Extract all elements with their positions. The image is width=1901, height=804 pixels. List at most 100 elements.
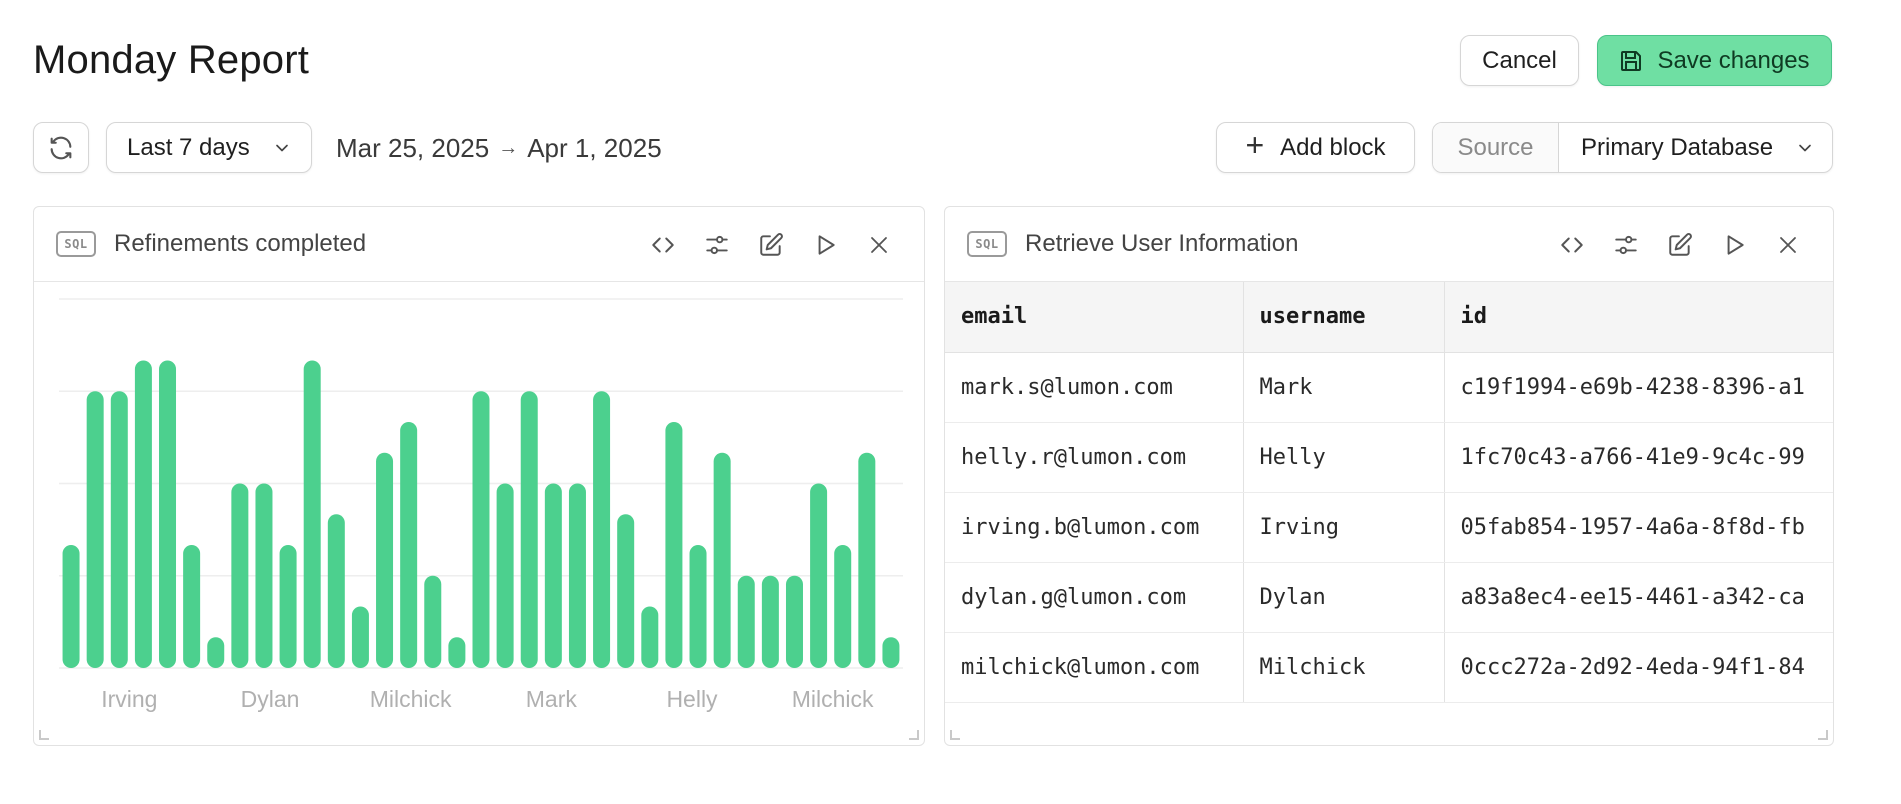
chart-x-labels: Irving Dylan Milchick Mark Helly Milchick bbox=[101, 686, 874, 712]
chart-bar[interactable] bbox=[231, 483, 249, 669]
chart-bar[interactable] bbox=[617, 514, 635, 668]
settings-button[interactable] bbox=[690, 225, 744, 265]
chart-bar[interactable] bbox=[376, 452, 394, 668]
chart-bar[interactable] bbox=[207, 637, 225, 668]
add-block-button[interactable]: + Add block bbox=[1216, 122, 1415, 173]
column-header-username[interactable]: username bbox=[1243, 282, 1445, 353]
chart-block: SQL Refinements completed Irving Dylan Mil… bbox=[33, 206, 925, 746]
chart-bar[interactable] bbox=[641, 606, 659, 669]
chart-bar[interactable] bbox=[351, 606, 369, 669]
chart-bar[interactable] bbox=[496, 483, 514, 669]
chart-bar[interactable] bbox=[689, 545, 707, 668]
close-icon bbox=[871, 236, 887, 253]
cell-username: Dylan bbox=[1243, 562, 1445, 633]
cell-username: Milchick bbox=[1243, 632, 1445, 703]
column-header-email[interactable]: email bbox=[945, 282, 1244, 353]
cell-id: 0ccc272a-2d92-4eda-94f1-84 bbox=[1444, 632, 1833, 703]
chart-bar[interactable] bbox=[86, 391, 104, 668]
table-row: mark.s@lumon.com Mark c19f1994-e69b-4238… bbox=[945, 352, 1833, 423]
close-button[interactable] bbox=[852, 225, 906, 265]
column-header-id[interactable]: id bbox=[1444, 282, 1833, 353]
chart-x-tick-label: Milchick bbox=[792, 686, 874, 712]
table-block-header: SQL Retrieve User Information bbox=[945, 207, 1833, 282]
chart-bar[interactable] bbox=[303, 360, 321, 669]
resize-corner-right[interactable] bbox=[1818, 730, 1828, 740]
date-range-select[interactable]: Last 7 days bbox=[106, 122, 312, 173]
view-code-button[interactable] bbox=[1545, 225, 1599, 265]
plus-icon: + bbox=[1245, 127, 1265, 163]
table-block-title: Retrieve User Information bbox=[1025, 230, 1299, 257]
source-select[interactable]: Primary Database bbox=[1559, 123, 1832, 172]
resize-corner-right[interactable] bbox=[909, 730, 919, 740]
chart-bar[interactable] bbox=[472, 391, 490, 668]
cell-email: dylan.g@lumon.com bbox=[945, 562, 1244, 633]
arrow-right-icon: → bbox=[498, 137, 519, 159]
settings-button[interactable] bbox=[1599, 225, 1653, 265]
run-button[interactable] bbox=[798, 225, 852, 265]
view-code-button[interactable] bbox=[636, 225, 690, 265]
chart-bar[interactable] bbox=[810, 483, 828, 669]
close-button[interactable] bbox=[1761, 225, 1815, 265]
chart-x-tick-label: Irving bbox=[101, 686, 157, 712]
table-block: SQL Retrieve User Information email user… bbox=[944, 206, 1834, 746]
date-range-display: Mar 25, 2025 → Apr 1, 2025 bbox=[336, 133, 662, 164]
cell-username: Helly bbox=[1243, 422, 1445, 493]
refresh-button[interactable] bbox=[33, 122, 89, 173]
resize-corner-left[interactable] bbox=[39, 730, 49, 740]
chevron-down-icon bbox=[1799, 144, 1811, 151]
chart-bar[interactable] bbox=[520, 391, 538, 668]
chart-bar[interactable] bbox=[568, 483, 586, 669]
cell-id: 1fc70c43-a766-41e9-9c4c-99 bbox=[1444, 422, 1833, 493]
chart-bar[interactable] bbox=[737, 575, 755, 668]
chart-bar[interactable] bbox=[110, 391, 128, 668]
chart-bar[interactable] bbox=[593, 391, 611, 668]
chart-bar[interactable] bbox=[62, 545, 80, 668]
close-icon bbox=[1780, 236, 1796, 253]
chart-bar[interactable] bbox=[134, 360, 152, 669]
edit-icon bbox=[760, 232, 783, 256]
cell-id: c19f1994-e69b-4238-8396-a1 bbox=[1444, 352, 1833, 423]
chart-bar[interactable] bbox=[544, 483, 562, 669]
chart-bar[interactable] bbox=[858, 452, 876, 668]
chart-bar[interactable] bbox=[400, 422, 418, 668]
user-table: email username id mark.s@lumon.com Mark … bbox=[945, 282, 1833, 703]
source-selector[interactable]: Source Primary Database bbox=[1432, 122, 1833, 173]
add-block-label: Add block bbox=[1280, 133, 1386, 161]
edit-button[interactable] bbox=[744, 225, 798, 265]
chart-bar[interactable] bbox=[882, 637, 900, 668]
chart-bar[interactable] bbox=[255, 483, 273, 669]
bar-chart: Irving Dylan Milchick Mark Helly Milchick bbox=[59, 298, 903, 712]
chart-x-tick-label: Milchick bbox=[370, 686, 452, 712]
code-icon bbox=[652, 237, 674, 252]
save-changes-button[interactable]: Save changes bbox=[1597, 35, 1832, 86]
chart-bar[interactable] bbox=[761, 575, 779, 668]
date-end: Apr 1, 2025 bbox=[527, 133, 662, 163]
cell-email: irving.b@lumon.com bbox=[945, 492, 1244, 563]
chart-bar[interactable] bbox=[424, 575, 442, 668]
code-icon bbox=[1561, 237, 1583, 252]
chart-bar[interactable] bbox=[159, 360, 177, 669]
chart-bar[interactable] bbox=[665, 422, 683, 668]
cell-username: Irving bbox=[1243, 492, 1445, 563]
chart-bar[interactable] bbox=[713, 452, 731, 668]
date-start: Mar 25, 2025 bbox=[336, 133, 490, 163]
cancel-button[interactable]: Cancel bbox=[1460, 35, 1579, 86]
chart-bar[interactable] bbox=[279, 545, 297, 668]
resize-corner-left[interactable] bbox=[950, 730, 960, 740]
chart-bar[interactable] bbox=[834, 545, 852, 668]
chart-x-tick-label: Mark bbox=[526, 686, 578, 712]
run-button[interactable] bbox=[1707, 225, 1761, 265]
chart-bar[interactable] bbox=[448, 637, 466, 668]
chart-bar[interactable] bbox=[327, 514, 345, 668]
table-row: dylan.g@lumon.com Dylan a83a8ec4-ee15-44… bbox=[945, 562, 1833, 633]
edit-button[interactable] bbox=[1653, 225, 1707, 265]
sql-badge: SQL bbox=[967, 231, 1007, 257]
table-block-actions bbox=[1545, 207, 1815, 282]
refresh-icon bbox=[50, 136, 72, 159]
chart-bar[interactable] bbox=[785, 575, 803, 668]
chart-bar[interactable] bbox=[183, 545, 201, 668]
chart-bars bbox=[62, 360, 900, 669]
edit-icon bbox=[1669, 232, 1692, 256]
table-row: helly.r@lumon.com Helly 1fc70c43-a766-41… bbox=[945, 422, 1833, 493]
cell-id: 05fab854-1957-4a6a-8f8d-fb bbox=[1444, 492, 1833, 563]
